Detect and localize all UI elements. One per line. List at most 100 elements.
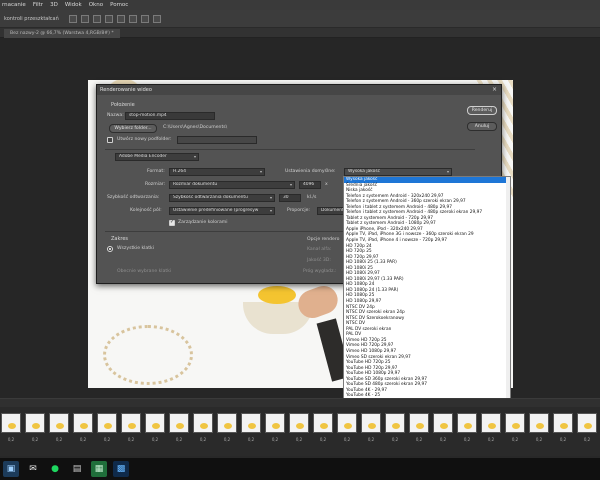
encoder-value: Adobe Media Encoder [119, 154, 167, 159]
aspect-select[interactable]: Dokument [317, 207, 345, 215]
timeline-frame[interactable]: 0,2 [288, 412, 310, 446]
frame-duration[interactable]: 0,2 [264, 437, 286, 442]
align-center-button[interactable] [80, 14, 89, 23]
new-subfolder-input[interactable] [177, 136, 257, 144]
timeline-frame[interactable]: 0,2 [216, 412, 238, 446]
frame-duration[interactable]: 0,2 [480, 437, 502, 442]
timeline-frame[interactable]: 0,2 [360, 412, 382, 446]
scrollbar[interactable] [506, 177, 510, 406]
align-middle-button[interactable] [116, 14, 125, 23]
frame-duration[interactable]: 0,2 [0, 437, 22, 442]
cancel-button[interactable]: Anuluj [467, 122, 497, 131]
frame-duration[interactable]: 0,2 [504, 437, 526, 442]
timeline-frame[interactable]: 0,2 [240, 412, 262, 446]
timeline-frame[interactable]: 0,2 [168, 412, 190, 446]
field-order-select[interactable]: Ustawienie predefiniowane (progresyw ▾ [169, 207, 275, 215]
choose-folder-button[interactable]: Wybierz folder... [109, 124, 157, 133]
frame-duration[interactable]: 0,2 [72, 437, 94, 442]
timeline-frame[interactable]: 0,2 [24, 412, 46, 446]
fps-value: Szybkość odtwarzania dokumentu [173, 195, 248, 200]
menu-view[interactable]: Widok [65, 2, 82, 8]
frame-duration[interactable]: 0,2 [192, 437, 214, 442]
name-input[interactable]: stop-motion.mp4 [125, 112, 215, 120]
timeline-frame[interactable]: 0,2 [264, 412, 286, 446]
frame-duration[interactable]: 0,2 [96, 437, 118, 442]
aspect-value: Dokument [321, 208, 344, 213]
frame-duration[interactable]: 0,2 [24, 437, 46, 442]
menu-window[interactable]: Okno [89, 2, 103, 8]
menu-help[interactable]: Pomoc [110, 2, 128, 8]
timeline-frame[interactable]: 0,2 [576, 412, 598, 446]
timeline-frame[interactable]: 0,2 [480, 412, 502, 446]
range-group-label: Zakres [111, 236, 129, 242]
frame-duration[interactable]: 0,2 [576, 437, 598, 442]
timeline-frame[interactable]: 0,2 [432, 412, 454, 446]
fps-select[interactable]: Szybkość odtwarzania dokumentu ▾ [169, 194, 275, 202]
timeline-frame[interactable]: 0,2 [384, 412, 406, 446]
timeline-frame[interactable]: 0,2 [456, 412, 478, 446]
align-top-button[interactable] [104, 14, 113, 23]
store-icon[interactable]: ▤ [69, 461, 85, 477]
frame-duration[interactable]: 0,2 [48, 437, 70, 442]
frame-duration[interactable]: 0,2 [216, 437, 238, 442]
after-effects-icon[interactable]: ▣ [3, 461, 19, 477]
menu-layer[interactable]: rnacanie [2, 2, 26, 8]
timeline-frame[interactable]: 0,2 [48, 412, 70, 446]
document-tab[interactable]: Bez nazwy-2 @ 66,7% (Warstwa 4,RGB/8#) * [4, 29, 120, 38]
render-button[interactable]: Renderuj [467, 106, 497, 115]
frame-duration[interactable]: 0,2 [120, 437, 142, 442]
menu-3d[interactable]: 3D [50, 2, 58, 8]
excel-icon[interactable]: ▦ [91, 461, 107, 477]
timeline-frame[interactable]: 0,2 [504, 412, 526, 446]
size-value: Rozmiar dokumentu [173, 182, 218, 187]
timeline-frame[interactable]: 0,2 [0, 412, 22, 446]
distribute-horizontal-button[interactable] [152, 14, 161, 23]
timeline-frame[interactable]: 0,2 [72, 412, 94, 446]
frame-duration[interactable]: 0,2 [456, 437, 478, 442]
timeline-frame[interactable]: 0,2 [528, 412, 550, 446]
photoshop-icon[interactable]: ▩ [113, 461, 129, 477]
timeline-frame[interactable]: 0,2 [408, 412, 430, 446]
spotify-icon[interactable]: ● [47, 461, 63, 477]
timeline-frame[interactable]: 0,2 [120, 412, 142, 446]
all-frames-radio[interactable] [107, 246, 113, 252]
size-select[interactable]: Rozmiar dokumentu ▾ [169, 181, 295, 189]
timeline-frame[interactable]: 0,2 [144, 412, 166, 446]
timeline-frame[interactable]: 0,2 [192, 412, 214, 446]
width-input[interactable]: 4096 [299, 181, 321, 189]
timeline-frame[interactable]: 0,2 [552, 412, 574, 446]
close-icon[interactable]: × [492, 85, 497, 95]
color-manage-checkbox[interactable] [169, 219, 175, 226]
align-right-button[interactable] [92, 14, 101, 23]
preset-select[interactable]: Wysoka jakość ▾ [344, 168, 452, 176]
frame-duration[interactable]: 0,2 [384, 437, 406, 442]
encoder-select[interactable]: Adobe Media Encoder ▾ [115, 153, 199, 161]
frame-duration[interactable]: 0,2 [312, 437, 334, 442]
timeline-frame[interactable]: 0,2 [312, 412, 334, 446]
frame-thumbnail [97, 413, 117, 433]
frame-duration[interactable]: 0,2 [336, 437, 358, 442]
frame-duration[interactable]: 0,2 [360, 437, 382, 442]
fps-input[interactable]: 30 [279, 194, 301, 202]
frame-duration[interactable]: 0,2 [552, 437, 574, 442]
frame-thumbnail [337, 413, 357, 433]
frame-duration[interactable]: 0,2 [408, 437, 430, 442]
timeline-frame[interactable]: 0,2 [96, 412, 118, 446]
new-subfolder-checkbox[interactable] [107, 137, 113, 143]
frame-thumbnail [529, 413, 549, 433]
align-bottom-button[interactable] [128, 14, 137, 23]
frame-duration[interactable]: 0,2 [240, 437, 262, 442]
distribute-button[interactable] [140, 14, 149, 23]
frame-duration[interactable]: 0,2 [144, 437, 166, 442]
frame-duration[interactable]: 0,2 [528, 437, 550, 442]
frame-duration[interactable]: 0,2 [168, 437, 190, 442]
timeline-frame[interactable]: 0,2 [336, 412, 358, 446]
document-tab-bar: Bez nazwy-2 @ 66,7% (Warstwa 4,RGB/8#) * [0, 28, 600, 38]
frame-duration[interactable]: 0,2 [288, 437, 310, 442]
mail-icon[interactable]: ✉ [25, 461, 41, 477]
menu-filter[interactable]: Filtr [33, 2, 43, 8]
align-left-button[interactable] [68, 14, 77, 23]
format-select[interactable]: H.264 ▾ [169, 168, 265, 176]
frame-duration[interactable]: 0,2 [432, 437, 454, 442]
frame-thumbnail [457, 413, 477, 433]
